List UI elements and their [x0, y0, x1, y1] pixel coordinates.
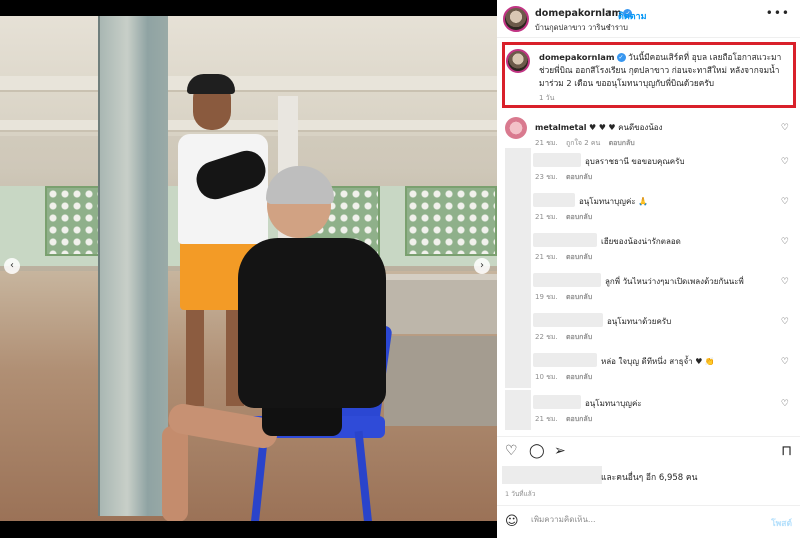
reply-button[interactable]: ตอบกลับ	[566, 253, 592, 261]
caption-timestamp: 1 วัน	[539, 94, 555, 102]
reply-button[interactable]: ตอบกลับ	[566, 373, 592, 381]
avatar[interactable]	[505, 117, 527, 139]
blurred-avatar	[505, 308, 531, 348]
prev-photo-icon[interactable]: ‹	[4, 258, 20, 274]
comment-input[interactable]	[531, 515, 751, 524]
comments-list[interactable]: metalmetal ♥ ♥ ♥ คนดีของน้อง 21 ชม. ถูกใ…	[497, 110, 800, 436]
comment-text: อนุโมทนาบุญค่ะ 🙏	[579, 197, 649, 206]
comment-time: 23 ชม.	[535, 173, 558, 181]
blurred-username	[533, 395, 581, 409]
likes-row: และคนอื่นๆ อีก 6,958 คน	[497, 464, 800, 488]
add-comment-bar: ☺ โพสต์	[497, 505, 800, 538]
heart-icon[interactable]: ♡	[781, 237, 789, 247]
blurred-username	[533, 153, 581, 167]
blurred-username	[533, 353, 597, 367]
blurred-avatar	[505, 268, 531, 308]
dot-separator: •	[607, 8, 613, 18]
reply-button[interactable]: ตอบกลับ	[566, 213, 592, 221]
list-item: อนุโมทนาด้วยครับ 22 ชม. ตอบกลับ ♡	[505, 308, 795, 348]
comment-text: เฮียของน้องน่ารักตลอด	[601, 237, 681, 246]
photo-scene	[0, 16, 497, 521]
blurred-username	[533, 233, 597, 247]
comment-time: 21 ชม.	[535, 415, 558, 423]
reply-button[interactable]: ตอบกลับ	[566, 333, 592, 341]
post-timestamp: 1 วันที่แล้ว	[505, 490, 536, 498]
next-photo-icon[interactable]: ›	[474, 258, 490, 274]
list-item: หล่อ ใจบุญ ดีทีหนึ่ง สาธุจ้ำ ♥ 👏 10 ชม. …	[505, 348, 795, 388]
reply-button[interactable]: ตอบกลับ	[566, 293, 592, 301]
follow-button[interactable]: ติดตาม	[618, 9, 647, 23]
blurred-username	[533, 273, 601, 287]
blurred-avatar	[505, 188, 531, 228]
avatar[interactable]	[506, 49, 530, 73]
verified-badge-icon: ✓	[616, 53, 626, 62]
blurred-username	[533, 313, 603, 327]
instagram-post-view: ‹ › domepakornlam ✓ • ติดตาม บ้านกุดปลาขา…	[0, 0, 800, 538]
post-actions-bar: ♡ ◯ ➢ ⊓	[497, 436, 800, 466]
heart-icon[interactable]: ♡	[781, 399, 789, 409]
heart-icon[interactable]: ♡	[505, 443, 518, 459]
reply-button[interactable]: ตอบกลับ	[566, 173, 592, 181]
post-header: domepakornlam ✓ • ติดตาม บ้านกุดปลาขาว วา…	[497, 0, 800, 38]
blurred-username	[533, 193, 575, 207]
comment-time: 21 ชม.	[535, 253, 558, 261]
avatar[interactable]	[503, 6, 529, 32]
comment-text: อนุโมทนาบุญค่ะ	[585, 399, 642, 408]
comment-time: 10 ชม.	[535, 373, 558, 381]
comment-icon[interactable]: ◯	[529, 443, 545, 459]
heart-icon[interactable]: ♡	[781, 357, 789, 367]
comment-time: 22 ชม.	[535, 333, 558, 341]
heart-icon[interactable]: ♡	[781, 317, 789, 327]
blurred-liker	[502, 466, 602, 484]
comment-text: ♥ ♥ ♥ คนดีของน้อง	[589, 123, 663, 132]
heart-icon[interactable]: ♡	[781, 123, 789, 133]
comment-text: อุบลราชธานี ขอขอบคุณครับ	[585, 157, 685, 166]
comment-time: 21 ชม.	[535, 213, 558, 221]
heart-icon[interactable]: ♡	[781, 157, 789, 167]
send-icon[interactable]: ➢	[554, 443, 566, 459]
painted-pillar	[98, 16, 168, 516]
likes-count[interactable]: และคนอื่นๆ อีก 6,958 คน	[601, 470, 697, 484]
post-photo[interactable]: ‹ ›	[0, 0, 497, 538]
list-item: อนุโมทนาบุญค่ะ 21 ชม. ตอบกลับ ♡	[505, 390, 795, 430]
caption-username[interactable]: domepakornlam	[539, 52, 615, 62]
comment-likes[interactable]: ถูกใจ 2 คน	[566, 139, 600, 147]
blurred-avatar	[505, 148, 531, 188]
reply-button[interactable]: ตอบกลับ	[609, 139, 635, 147]
comment-time: 19 ชม.	[535, 293, 558, 301]
more-options-icon[interactable]: •••	[766, 6, 790, 20]
caption-highlight-box: domepakornlam ✓ วันนี้มีคอนเสิร์ตที่ อุบล…	[502, 42, 796, 108]
emoji-icon[interactable]: ☺	[505, 514, 519, 529]
list-item: ลูกพี่ วันไหนว่างๆมาเปิดเพลงด้วยกันนะพี่…	[505, 268, 795, 308]
blurred-avatar	[505, 228, 531, 268]
bookmark-icon[interactable]: ⊓	[781, 443, 792, 459]
comment-text: ลูกพี่ วันไหนว่างๆมาเปิดเพลงด้วยกันนะพี่	[605, 277, 744, 286]
heart-icon[interactable]: ♡	[781, 197, 789, 207]
reply-button[interactable]: ตอบกลับ	[566, 415, 592, 423]
comment-text: อนุโมทนาด้วยครับ	[607, 317, 672, 326]
comment-time: 21 ชม.	[535, 139, 558, 147]
post-side-panel: domepakornlam ✓ • ติดตาม บ้านกุดปลาขาว วา…	[497, 0, 800, 538]
comment-username[interactable]: metalmetal	[535, 123, 586, 132]
comment-text: หล่อ ใจบุญ ดีทีหนึ่ง สาธุจ้ำ ♥ 👏	[601, 357, 715, 366]
post-location[interactable]: บ้านกุดปลาขาว วารินชำราบ	[535, 22, 628, 34]
list-item: อุบลราชธานี ขอขอบคุณครับ 23 ชม. ตอบกลับ …	[505, 148, 795, 188]
heart-icon[interactable]: ♡	[781, 277, 789, 287]
blurred-avatar	[505, 348, 531, 388]
caption-text: domepakornlam ✓ วันนี้มีคอนเสิร์ตที่ อุบล…	[539, 51, 789, 90]
blurred-avatar	[505, 390, 531, 430]
list-item: เฮียของน้องน่ารักตลอด 21 ชม. ตอบกลับ ♡	[505, 228, 795, 268]
post-comment-button[interactable]: โพสต์	[771, 516, 792, 530]
list-item: อนุโมทนาบุญค่ะ 🙏 21 ชม. ตอบกลับ ♡	[505, 188, 795, 228]
